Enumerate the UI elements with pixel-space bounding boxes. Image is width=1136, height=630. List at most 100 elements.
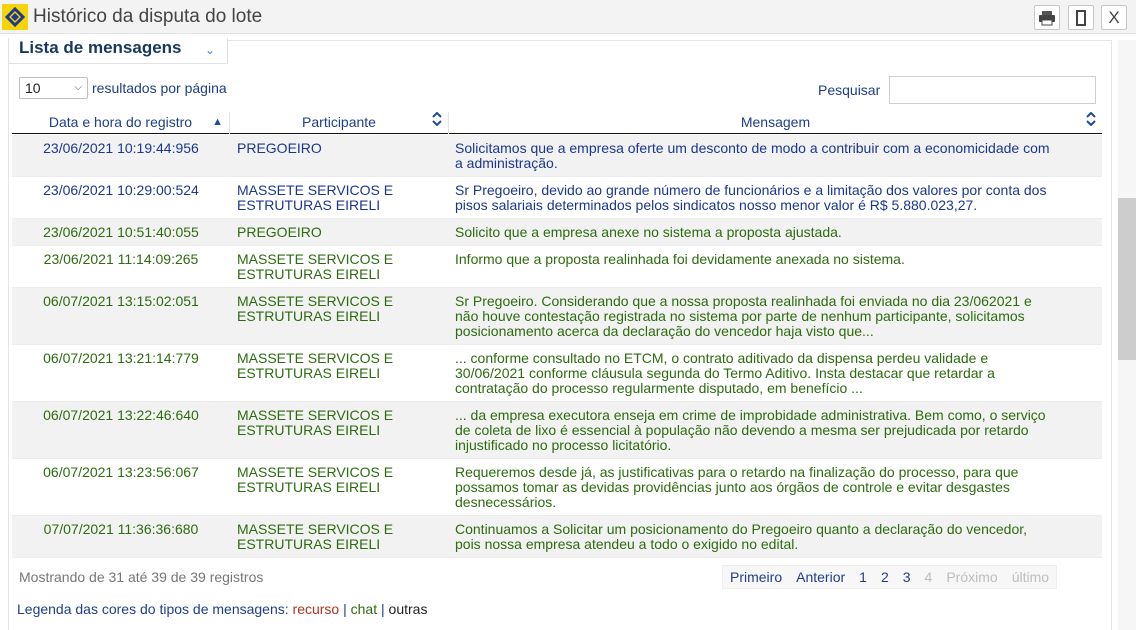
cell-message: Sr Pregoeiro, devido ao grande número de…: [455, 183, 1097, 213]
table-info: Mostrando de 31 até 39 de 39 registros: [19, 569, 264, 585]
participant-line: ESTRUTURAS EIRELI: [237, 197, 381, 213]
message-line: ... da empresa executora enseja em crime…: [455, 407, 1046, 423]
cell-message: Continuamos a Solicitar um posicionament…: [455, 522, 1097, 552]
pager-button[interactable]: Anterior: [789, 566, 852, 588]
header-datetime[interactable]: Data e hora do registro ▲: [12, 112, 230, 134]
message-line: não houve contestação registrada no sist…: [455, 308, 1025, 324]
window-title: Histórico da disputa do lote: [33, 6, 263, 27]
printer-icon: [1039, 10, 1055, 25]
window-titlebar: Histórico da disputa do lote X: [0, 0, 1136, 34]
header-participant[interactable]: Participante: [230, 111, 449, 134]
message-line: 30/06/2021 conforme cláusula segunda do …: [455, 365, 995, 381]
legend-separator: |: [343, 601, 347, 617]
cell-message: Sr Pregoeiro. Considerando que a nossa p…: [455, 294, 1097, 339]
cell-datetime: 06/07/2021 13:22:46:640: [43, 407, 199, 423]
page-length-select[interactable]: 10 ⌵: [19, 77, 88, 99]
message-line: Informo que a proposta realinhada foi de…: [455, 251, 905, 267]
message-line: Sr Pregoeiro. Considerando que a nossa p…: [455, 293, 1032, 309]
cell-datetime: 23/06/2021 11:14:09:265: [43, 251, 199, 267]
message-line: contratação do processo regularmente dis…: [455, 380, 863, 396]
chevron-down-icon: ⌵: [74, 82, 82, 93]
cell-participant: PREGOEIRO: [237, 141, 447, 156]
sort-asc-icon: ▲: [212, 116, 223, 128]
message-line: Solicito que a empresa anexe no sistema …: [455, 224, 842, 240]
cell-message: Solicitamos que a empresa oferte um desc…: [455, 141, 1097, 171]
message-line: Solicitamos que a empresa oferte um desc…: [455, 140, 1050, 156]
participant-line: ESTRUTURAS EIRELI: [237, 422, 381, 438]
cell-datetime: 23/06/2021 10:19:44:956: [43, 140, 199, 156]
table-row: 06/07/2021 13:23:56:067 MASSETE SERVICOS …: [12, 459, 1102, 516]
scrollbar-thumb[interactable]: [1118, 198, 1136, 360]
participant-line: MASSETE SERVICOS E: [237, 182, 394, 198]
table-row: 23/06/2021 10:19:44:956 PREGOEIRO Solicita…: [12, 135, 1102, 177]
cell-participant: MASSETE SERVICOS E ESTRUTURAS EIRELI: [237, 252, 447, 282]
table-row: 06/07/2021 13:21:14:779 MASSETE SERVICOS …: [12, 345, 1102, 402]
close-button[interactable]: X: [1101, 5, 1127, 30]
message-line: posicionamento acerca da declaração do v…: [455, 323, 874, 339]
cell-datetime: 06/07/2021 13:15:02:051: [43, 293, 199, 309]
cell-datetime: 23/06/2021 10:29:00:524: [43, 182, 199, 198]
participant-line: MASSETE SERVICOS E: [237, 251, 394, 267]
message-line: pisos salariais determinados pelos sindi…: [455, 197, 978, 213]
cell-participant: MASSETE SERVICOS E ESTRUTURAS EIRELI: [237, 183, 447, 213]
message-line: possamos tomar as devidas providências j…: [455, 479, 1010, 495]
participant-line: PREGOEIRO: [237, 224, 322, 240]
table-row: 07/07/2021 11:36:36:680 MASSETE SERVICOS …: [12, 516, 1102, 558]
cell-datetime: 06/07/2021 13:23:56:067: [43, 464, 199, 480]
message-line: Continuamos a Solicitar um posicionament…: [455, 521, 1028, 537]
search-input[interactable]: [889, 76, 1096, 104]
message-line: injustificado no processo licitatório.: [455, 437, 672, 453]
participant-line: ESTRUTURAS EIRELI: [237, 479, 381, 495]
cell-participant: MASSETE SERVICOS E ESTRUTURAS EIRELI: [237, 408, 447, 438]
table-row: 23/06/2021 10:29:00:524 MASSETE SERVICOS …: [12, 177, 1102, 219]
message-line: Sr Pregoeiro, devido ao grande número de…: [455, 182, 1047, 198]
header-message-label: Mensagem: [740, 114, 811, 130]
sort-both-icon: [432, 111, 442, 133]
pager-button[interactable]: 2: [874, 566, 896, 588]
sort-both-icon: [1086, 111, 1096, 133]
participant-line: ESTRUTURAS EIRELI: [237, 308, 381, 324]
cell-message: Solicito que a empresa anexe no sistema …: [455, 225, 1097, 240]
page-length-value: 10: [25, 80, 41, 96]
cell-participant: PREGOEIRO: [237, 225, 447, 240]
table-row: 23/06/2021 10:51:40:055 PREGOEIRO Solicito…: [12, 219, 1102, 246]
participant-line: PREGOEIRO: [237, 140, 322, 156]
table-header: Data e hora do registro ▲ Participante M…: [12, 111, 1102, 134]
cell-datetime: 06/07/2021 13:21:14:779: [43, 350, 199, 366]
participant-line: MASSETE SERVICOS E: [237, 407, 394, 423]
cell-participant: MASSETE SERVICOS E ESTRUTURAS EIRELI: [237, 294, 447, 324]
print-button[interactable]: [1034, 5, 1060, 30]
pager-button[interactable]: Primeiro: [723, 566, 789, 588]
cell-datetime: 07/07/2021 11:36:36:680: [43, 521, 199, 537]
chevron-down-icon[interactable]: ⌄: [205, 43, 215, 57]
message-color-legend: Legenda das cores do tipos de mensagens:…: [17, 601, 427, 617]
message-line: desnecessários.: [455, 494, 557, 510]
cell-message: Informo que a proposta realinhada foi de…: [455, 252, 1097, 267]
header-participant-label: Participante: [302, 114, 376, 130]
pager-button[interactable]: 1: [852, 566, 874, 588]
bank-logo-icon: [2, 4, 28, 30]
pagination: Primeiro Anterior 1 2 3 4 Próximo último: [722, 565, 1058, 589]
header-datetime-label: Data e hora do registro: [48, 114, 193, 130]
legend-separator: |: [381, 601, 385, 617]
tab-label: Lista de mensagens: [19, 38, 182, 57]
table-row: 23/06/2021 11:14:09:265 MASSETE SERVICOS …: [12, 246, 1102, 288]
table-row: 06/07/2021 13:15:02:051 MASSETE SERVICOS …: [12, 288, 1102, 345]
legend-outras: outras: [388, 601, 428, 617]
table-body: 23/06/2021 10:19:44:956 PREGOEIRO Solicita…: [12, 135, 1102, 558]
maximize-icon: [1076, 9, 1086, 26]
header-message[interactable]: Mensagem: [449, 111, 1102, 134]
participant-line: MASSETE SERVICOS E: [237, 293, 394, 309]
message-line: de coleta de lixo é essencial à populaçã…: [455, 422, 1029, 438]
cell-message: ... da empresa executora enseja em crime…: [455, 408, 1097, 453]
pager-button: último: [1011, 569, 1050, 585]
cell-participant: MASSETE SERVICOS E ESTRUTURAS EIRELI: [237, 351, 447, 381]
maximize-button[interactable]: [1068, 5, 1094, 30]
message-line: a administração.: [455, 155, 558, 171]
search-label: Pesquisar: [818, 82, 881, 98]
pager-button[interactable]: 3: [896, 566, 918, 588]
page-length-label: resultados por página: [92, 80, 227, 96]
message-line: pois nossa empresa atendeu a todo o exig…: [455, 536, 799, 552]
participant-line: MASSETE SERVICOS E: [237, 521, 394, 537]
pager-button: Próximo: [946, 569, 998, 585]
